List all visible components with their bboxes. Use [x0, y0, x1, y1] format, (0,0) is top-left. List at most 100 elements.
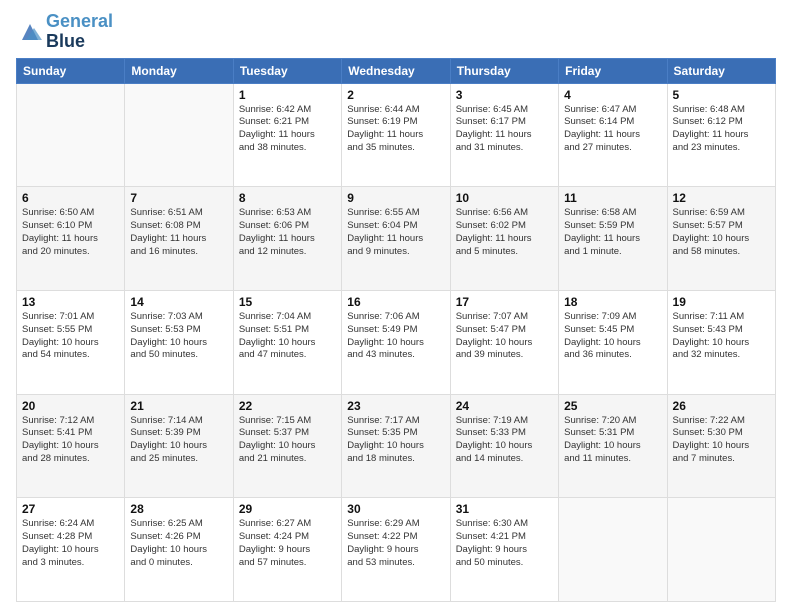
day-number: 15 — [239, 295, 336, 309]
day-number: 29 — [239, 502, 336, 516]
day-info: Sunrise: 6:59 AM Sunset: 5:57 PM Dayligh… — [673, 207, 770, 258]
day-cell: 13Sunrise: 7:01 AM Sunset: 5:55 PM Dayli… — [17, 290, 125, 394]
day-cell: 20 Sunrise: 7:12 AM Sunset: 5:41 PM Dayli… — [17, 394, 125, 498]
day-info: Sunrise: 6:29 AM Sunset: 4:22 PM Dayligh… — [347, 518, 444, 569]
day-info: Sunrise: 7:01 AM Sunset: 5:55 PM Dayligh… — [22, 311, 119, 362]
day-info: Sunrise: 7:17 AM Sunset: 5:35 PM Dayligh… — [347, 415, 444, 466]
day-number: 18 — [564, 295, 661, 309]
day-number: 11 — [564, 191, 661, 205]
weekday-header-tuesday: Tuesday — [233, 58, 341, 83]
weekday-header-saturday: Saturday — [667, 58, 775, 83]
day-cell: 16 Sunrise: 7:06 AM Sunset: 5:49 PM Dayli… — [342, 290, 450, 394]
day-number: 4 — [564, 88, 661, 102]
day-cell: 17Sunrise: 7:07 AM Sunset: 5:47 PM Dayli… — [450, 290, 558, 394]
page: General Blue SundayMondayTuesdayWednesda… — [0, 0, 792, 612]
day-number: 28 — [130, 502, 227, 516]
day-cell: 24 Sunrise: 7:19 AM Sunset: 5:33 PM Dayli… — [450, 394, 558, 498]
day-cell: 21 Sunrise: 7:14 AM Sunset: 5:39 PM Dayli… — [125, 394, 233, 498]
day-cell: 9 Sunrise: 6:55 AM Sunset: 6:04 PM Daylig… — [342, 187, 450, 291]
day-number: 30 — [347, 502, 444, 516]
day-info: Sunrise: 7:15 AM Sunset: 5:37 PM Dayligh… — [239, 415, 336, 466]
day-info: Sunrise: 7:11 AM Sunset: 5:43 PM Dayligh… — [673, 311, 770, 362]
day-number: 1 — [239, 88, 336, 102]
weekday-header-friday: Friday — [559, 58, 667, 83]
day-info: Sunrise: 6:25 AM Sunset: 4:26 PM Dayligh… — [130, 518, 227, 569]
day-info: Sunrise: 7:07 AM Sunset: 5:47 PM Dayligh… — [456, 311, 553, 362]
day-info: Sunrise: 6:24 AM Sunset: 4:28 PM Dayligh… — [22, 518, 119, 569]
day-info: Sunrise: 7:06 AM Sunset: 5:49 PM Dayligh… — [347, 311, 444, 362]
day-number: 7 — [130, 191, 227, 205]
day-info: Sunrise: 6:42 AM Sunset: 6:21 PM Dayligh… — [239, 104, 336, 155]
day-info: Sunrise: 6:45 AM Sunset: 6:17 PM Dayligh… — [456, 104, 553, 155]
weekday-header-row: SundayMondayTuesdayWednesdayThursdayFrid… — [17, 58, 776, 83]
day-cell — [125, 83, 233, 187]
header: General Blue — [16, 12, 776, 52]
day-number: 20 — [22, 399, 119, 413]
day-number: 21 — [130, 399, 227, 413]
day-number: 10 — [456, 191, 553, 205]
week-row-4: 20 Sunrise: 7:12 AM Sunset: 5:41 PM Dayli… — [17, 394, 776, 498]
day-cell: 4 Sunrise: 6:47 AM Sunset: 6:14 PM Daylig… — [559, 83, 667, 187]
day-number: 14 — [130, 295, 227, 309]
day-info: Sunrise: 6:27 AM Sunset: 4:24 PM Dayligh… — [239, 518, 336, 569]
day-number: 8 — [239, 191, 336, 205]
week-row-1: 1 Sunrise: 6:42 AM Sunset: 6:21 PM Daylig… — [17, 83, 776, 187]
calendar-table: SundayMondayTuesdayWednesdayThursdayFrid… — [16, 58, 776, 602]
day-info: Sunrise: 6:51 AM Sunset: 6:08 PM Dayligh… — [130, 207, 227, 258]
day-info: Sunrise: 7:09 AM Sunset: 5:45 PM Dayligh… — [564, 311, 661, 362]
day-info: Sunrise: 6:47 AM Sunset: 6:14 PM Dayligh… — [564, 104, 661, 155]
week-row-2: 6Sunrise: 6:50 AM Sunset: 6:10 PM Daylig… — [17, 187, 776, 291]
day-cell: 8 Sunrise: 6:53 AM Sunset: 6:06 PM Daylig… — [233, 187, 341, 291]
day-info: Sunrise: 6:30 AM Sunset: 4:21 PM Dayligh… — [456, 518, 553, 569]
day-cell: 25 Sunrise: 7:20 AM Sunset: 5:31 PM Dayli… — [559, 394, 667, 498]
day-cell: 15 Sunrise: 7:04 AM Sunset: 5:51 PM Dayli… — [233, 290, 341, 394]
day-info: Sunrise: 7:14 AM Sunset: 5:39 PM Dayligh… — [130, 415, 227, 466]
day-cell: 26Sunrise: 7:22 AM Sunset: 5:30 PM Dayli… — [667, 394, 775, 498]
day-number: 24 — [456, 399, 553, 413]
day-cell: 18 Sunrise: 7:09 AM Sunset: 5:45 PM Dayli… — [559, 290, 667, 394]
day-number: 12 — [673, 191, 770, 205]
day-number: 3 — [456, 88, 553, 102]
day-cell: 12 Sunrise: 6:59 AM Sunset: 5:57 PM Dayli… — [667, 187, 775, 291]
day-info: Sunrise: 6:55 AM Sunset: 6:04 PM Dayligh… — [347, 207, 444, 258]
logo-icon — [16, 18, 44, 46]
day-info: Sunrise: 7:19 AM Sunset: 5:33 PM Dayligh… — [456, 415, 553, 466]
day-cell: 7 Sunrise: 6:51 AM Sunset: 6:08 PM Daylig… — [125, 187, 233, 291]
day-info: Sunrise: 6:48 AM Sunset: 6:12 PM Dayligh… — [673, 104, 770, 155]
day-number: 2 — [347, 88, 444, 102]
week-row-5: 27 Sunrise: 6:24 AM Sunset: 4:28 PM Dayli… — [17, 498, 776, 602]
day-info: Sunrise: 6:53 AM Sunset: 6:06 PM Dayligh… — [239, 207, 336, 258]
day-number: 5 — [673, 88, 770, 102]
day-number: 27 — [22, 502, 119, 516]
day-cell: 5 Sunrise: 6:48 AM Sunset: 6:12 PM Daylig… — [667, 83, 775, 187]
day-number: 22 — [239, 399, 336, 413]
day-cell: 2Sunrise: 6:44 AM Sunset: 6:19 PM Daylig… — [342, 83, 450, 187]
day-number: 26 — [673, 399, 770, 413]
day-cell: 1 Sunrise: 6:42 AM Sunset: 6:21 PM Daylig… — [233, 83, 341, 187]
day-number: 9 — [347, 191, 444, 205]
day-info: Sunrise: 6:58 AM Sunset: 5:59 PM Dayligh… — [564, 207, 661, 258]
day-cell: 14Sunrise: 7:03 AM Sunset: 5:53 PM Dayli… — [125, 290, 233, 394]
day-cell: 22 Sunrise: 7:15 AM Sunset: 5:37 PM Dayli… — [233, 394, 341, 498]
day-number: 6 — [22, 191, 119, 205]
day-cell: 23 Sunrise: 7:17 AM Sunset: 5:35 PM Dayli… — [342, 394, 450, 498]
logo-text: General Blue — [46, 12, 113, 52]
week-row-3: 13Sunrise: 7:01 AM Sunset: 5:55 PM Dayli… — [17, 290, 776, 394]
day-info: Sunrise: 7:12 AM Sunset: 5:41 PM Dayligh… — [22, 415, 119, 466]
day-number: 23 — [347, 399, 444, 413]
logo: General Blue — [16, 12, 113, 52]
day-number: 16 — [347, 295, 444, 309]
day-info: Sunrise: 6:56 AM Sunset: 6:02 PM Dayligh… — [456, 207, 553, 258]
logo-line2: Blue — [46, 32, 113, 52]
day-info: Sunrise: 7:20 AM Sunset: 5:31 PM Dayligh… — [564, 415, 661, 466]
weekday-header-wednesday: Wednesday — [342, 58, 450, 83]
weekday-header-thursday: Thursday — [450, 58, 558, 83]
day-info: Sunrise: 7:04 AM Sunset: 5:51 PM Dayligh… — [239, 311, 336, 362]
day-cell: 28 Sunrise: 6:25 AM Sunset: 4:26 PM Dayli… — [125, 498, 233, 602]
day-cell: 30 Sunrise: 6:29 AM Sunset: 4:22 PM Dayli… — [342, 498, 450, 602]
day-number: 25 — [564, 399, 661, 413]
day-cell — [17, 83, 125, 187]
logo-line1: General — [46, 12, 113, 32]
day-cell: 6Sunrise: 6:50 AM Sunset: 6:10 PM Daylig… — [17, 187, 125, 291]
day-cell: 27 Sunrise: 6:24 AM Sunset: 4:28 PM Dayli… — [17, 498, 125, 602]
